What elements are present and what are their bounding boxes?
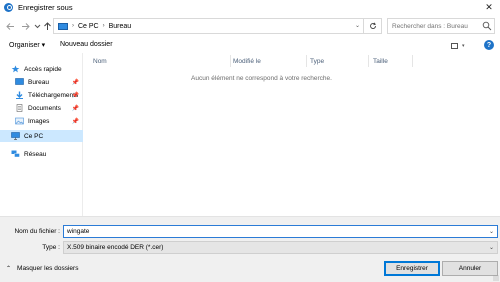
sidebar-item-label: Accès rapide — [24, 65, 62, 73]
help-button[interactable]: ? — [484, 40, 494, 50]
close-button[interactable]: ✕ — [478, 0, 500, 15]
sidebar-item-label: Réseau — [24, 150, 47, 158]
filename-input[interactable] — [67, 228, 487, 235]
hide-folders-label: Masquer les dossiers — [17, 265, 79, 272]
desktop-icon — [15, 78, 24, 85]
sidebar-item-documents[interactable]: Documents 📌 — [0, 102, 83, 114]
save-button[interactable]: Enregistrer — [384, 261, 440, 276]
chevron-down-icon: ▾ — [462, 42, 465, 49]
breadcrumb-separator-icon: › — [72, 23, 74, 29]
empty-message: Aucun élément ne correspond à votre rech… — [191, 75, 332, 82]
breadcrumb-separator-icon: › — [102, 23, 105, 29]
view-options-button[interactable]: ▾ — [451, 41, 471, 50]
up-button[interactable] — [41, 20, 53, 32]
computer-icon — [11, 132, 20, 140]
search-box[interactable] — [387, 18, 495, 34]
new-folder-button[interactable]: Nouveau dossier — [60, 41, 113, 48]
column-header-type[interactable]: Type — [305, 55, 368, 67]
file-list[interactable]: Nom Modifié le Type Taille Aucun élément… — [84, 53, 500, 216]
search-input[interactable] — [392, 22, 488, 30]
title-bar: Enregistrer sous ✕ — [0, 0, 500, 15]
sidebar-item-label: Images — [28, 117, 50, 125]
cancel-button[interactable]: Annuler — [442, 261, 498, 276]
address-dropdown-icon[interactable]: ⌄ — [355, 22, 360, 29]
hide-folders-button[interactable]: ⌃ Masquer les dossiers — [6, 265, 78, 272]
arrow-left-icon — [5, 22, 14, 30]
navigation-bar: › Ce PC › Bureau ⌄ — [0, 15, 500, 37]
chevron-down-icon — [34, 24, 40, 28]
pin-icon: 📌 — [71, 92, 79, 99]
pin-icon: 📌 — [71, 105, 79, 112]
pin-icon: 📌 — [71, 118, 79, 125]
breadcrumb-this-pc[interactable]: Ce PC — [78, 23, 99, 30]
sidebar-item-downloads[interactable]: Téléchargements 📌 — [0, 89, 83, 101]
view-grid-icon — [451, 42, 458, 49]
refresh-button[interactable] — [364, 18, 382, 34]
column-divider[interactable] — [412, 55, 413, 67]
forward-button[interactable] — [19, 20, 31, 32]
filename-label: Nom du fichier : — [14, 228, 60, 235]
refresh-icon — [369, 22, 376, 29]
image-icon — [15, 117, 24, 125]
back-button[interactable] — [4, 20, 16, 32]
sidebar-item-network[interactable]: Réseau — [0, 148, 83, 160]
command-bar: Organiser ▾ Nouveau dossier ▾ ? — [0, 37, 500, 53]
save-options-panel: Nom du fichier : ⌄ Type : X.509 binaire … — [0, 216, 500, 282]
sidebar-item-this-pc[interactable]: Ce PC — [0, 130, 83, 142]
star-icon — [11, 65, 20, 73]
document-icon — [16, 104, 23, 112]
sidebar-item-quick-access[interactable]: Accès rapide — [0, 63, 83, 75]
chevron-down-icon[interactable]: ⌄ — [489, 228, 494, 235]
sidebar-item-label: Documents — [28, 104, 61, 112]
arrow-up-icon — [43, 21, 51, 30]
filename-field[interactable]: ⌄ — [63, 225, 498, 238]
column-header-modified[interactable]: Modifié le — [228, 55, 306, 67]
app-icon — [4, 3, 13, 12]
navigation-pane: Accès rapide Bureau 📌 Téléchargements 📌 … — [0, 53, 83, 216]
filetype-select[interactable]: X.509 binaire encodé DER (*.cer) ⌄ — [63, 241, 498, 254]
sidebar-item-label: Bureau — [28, 78, 49, 86]
resize-grip-icon[interactable] — [493, 275, 499, 281]
sidebar-item-label: Ce PC — [24, 132, 44, 140]
column-header-size[interactable]: Taille — [368, 55, 412, 67]
sidebar-item-pictures[interactable]: Images 📌 — [0, 115, 83, 127]
organize-menu-button[interactable]: Organiser ▾ — [9, 41, 45, 49]
network-icon — [11, 150, 20, 158]
column-header-name[interactable]: Nom — [88, 55, 230, 67]
chevron-down-icon: ⌄ — [488, 245, 494, 251]
pin-icon: 📌 — [71, 79, 79, 86]
breadcrumb-desktop[interactable]: Bureau — [109, 23, 132, 30]
search-icon — [482, 21, 492, 31]
address-bar[interactable]: › Ce PC › Bureau ⌄ — [53, 18, 364, 34]
arrow-right-icon — [21, 22, 30, 30]
computer-icon — [58, 22, 68, 30]
sidebar-item-desktop[interactable]: Bureau 📌 — [0, 76, 83, 88]
download-icon — [16, 91, 23, 99]
filetype-label: Type : — [42, 244, 60, 251]
chevron-up-icon: ⌃ — [6, 266, 12, 272]
filetype-value: X.509 binaire encodé DER (*.cer) — [67, 244, 164, 251]
window-title: Enregistrer sous — [18, 3, 73, 12]
